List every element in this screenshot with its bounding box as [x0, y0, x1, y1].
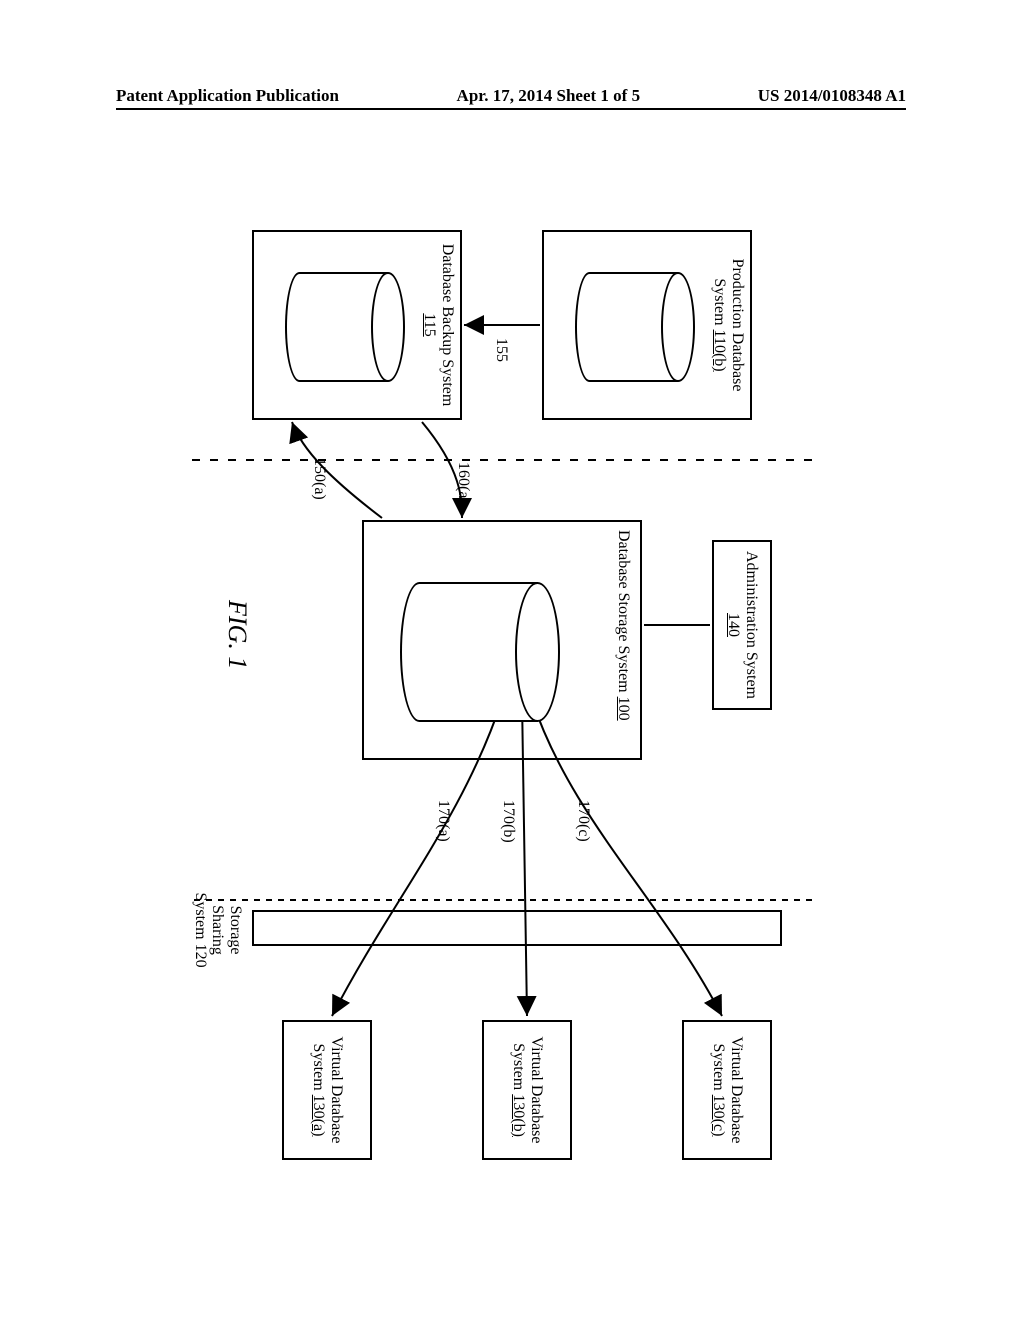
prod-db-cylinder-icon: [575, 272, 695, 382]
figure-1-diagram: Production Database System 110(b) Databa…: [132, 200, 892, 1200]
edge-label-170a: 170(a): [434, 800, 452, 842]
edge-label-170c: 170(c): [574, 800, 592, 842]
storage-cylinder-icon: [400, 582, 560, 722]
edge-label-155: 155: [492, 338, 510, 362]
page: Patent Application Publication Apr. 17, …: [0, 0, 1024, 1320]
header-rule: [116, 108, 906, 110]
header-right: US 2014/0108348 A1: [758, 86, 906, 106]
db-backup-cylinder-icon: [285, 272, 405, 382]
page-header: Patent Application Publication Apr. 17, …: [116, 86, 906, 106]
edge-label-150a: 150(a): [310, 458, 328, 500]
edge-label-170b: 170(b): [499, 800, 517, 843]
edge-label-160a: 160(a): [454, 462, 472, 504]
header-left: Patent Application Publication: [116, 86, 339, 106]
figure-label: FIG. 1: [222, 600, 252, 669]
header-center: Apr. 17, 2014 Sheet 1 of 5: [457, 86, 641, 106]
